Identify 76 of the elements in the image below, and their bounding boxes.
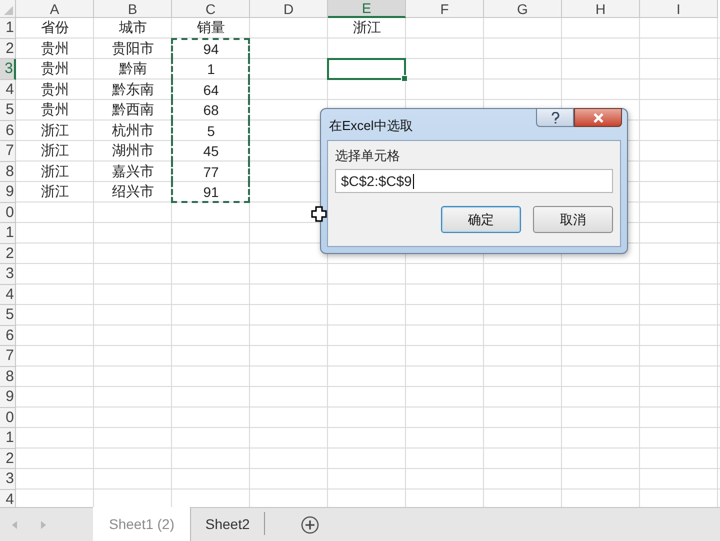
- row-header[interactable]: 2: [0, 38, 16, 59]
- table-cell[interactable]: 绍兴市: [94, 182, 172, 202]
- triangle-icon: [4, 6, 13, 15]
- table-cell[interactable]: 贵阳市: [94, 38, 172, 59]
- column-header[interactable]: E: [328, 0, 406, 18]
- range-input-field[interactable]: $C$2:$C$9: [335, 169, 613, 193]
- row-header[interactable]: 3: [0, 59, 16, 80]
- table-cell[interactable]: 黔东南: [94, 80, 172, 100]
- table-cell[interactable]: 浙江: [16, 162, 94, 182]
- row-header[interactable]: 2: [0, 244, 16, 264]
- column-header[interactable]: F: [406, 0, 484, 18]
- table-cell[interactable]: 1: [172, 59, 250, 80]
- column-header[interactable]: D: [250, 0, 328, 18]
- row-header[interactable]: 3: [0, 264, 16, 284]
- table-cell[interactable]: 杭州市: [94, 120, 172, 141]
- table-cell[interactable]: 贵州: [16, 80, 94, 100]
- table-cell[interactable]: 77: [172, 162, 250, 182]
- column-header[interactable]: G: [484, 0, 562, 18]
- table-cell[interactable]: 浙江: [16, 120, 94, 141]
- row-header[interactable]: 9: [0, 182, 16, 202]
- row-header[interactable]: 2: [0, 448, 16, 469]
- row-header[interactable]: 0: [0, 202, 16, 223]
- table-cell[interactable]: 贵州: [16, 100, 94, 120]
- row-header[interactable]: 1: [0, 428, 16, 448]
- dialog-button[interactable]: 取消: [533, 206, 613, 233]
- table-cell[interactable]: 64: [172, 80, 250, 100]
- active-cell[interactable]: [328, 59, 406, 80]
- column-header[interactable]: A: [16, 0, 94, 18]
- row-header[interactable]: 4: [0, 284, 16, 305]
- row-header[interactable]: 5: [0, 100, 16, 120]
- row-header[interactable]: 5: [0, 305, 16, 326]
- table-cell[interactable]: 浙江: [16, 182, 94, 202]
- table-cell[interactable]: 贵州: [16, 59, 94, 80]
- row-header[interactable]: 0: [0, 408, 16, 428]
- column-header[interactable]: I: [640, 0, 718, 18]
- table-cell[interactable]: 黔西南: [94, 100, 172, 120]
- plus-circle-icon: [300, 516, 319, 534]
- row-header[interactable]: 6: [0, 326, 16, 346]
- table-cell[interactable]: 浙江: [328, 18, 406, 38]
- table-cell[interactable]: 城市: [94, 18, 172, 38]
- table-cell[interactable]: 91: [172, 182, 250, 202]
- table-cell[interactable]: 嘉兴市: [94, 162, 172, 182]
- table-cell[interactable]: 5: [172, 120, 250, 141]
- column-header[interactable]: C: [172, 0, 250, 18]
- column-header[interactable]: H: [562, 0, 640, 18]
- sheet-tab[interactable]: Sheet2: [191, 512, 265, 535]
- row-header[interactable]: 7: [0, 346, 16, 366]
- table-cell[interactable]: 黔南: [94, 59, 172, 80]
- field-label: 选择单元格: [335, 147, 401, 165]
- table-cell[interactable]: 湖州市: [94, 141, 172, 162]
- add-sheet-button[interactable]: [300, 516, 319, 534]
- dialog-title: 在Excel中选取: [329, 116, 413, 134]
- close-icon: [592, 112, 604, 122]
- row-header[interactable]: 4: [0, 80, 16, 100]
- row-header[interactable]: 8: [0, 162, 16, 182]
- table-cell[interactable]: 浙江: [16, 141, 94, 162]
- table-cell[interactable]: 省份: [16, 18, 94, 38]
- table-cell[interactable]: 45: [172, 141, 250, 162]
- row-header[interactable]: 3: [0, 469, 16, 490]
- row-header[interactable]: 6: [0, 120, 16, 141]
- close-button[interactable]: [574, 108, 622, 127]
- row-header[interactable]: 7: [0, 141, 16, 162]
- table-cell[interactable]: 贵州: [16, 38, 94, 59]
- row-header[interactable]: 1: [0, 223, 16, 244]
- row-header[interactable]: 4: [0, 490, 16, 507]
- row-header[interactable]: 1: [0, 18, 16, 38]
- table-cell[interactable]: 94: [172, 38, 250, 59]
- move-cursor-icon: [311, 206, 327, 222]
- help-button[interactable]: [536, 108, 574, 127]
- row-header[interactable]: 9: [0, 387, 16, 408]
- help-icon: [550, 112, 560, 124]
- table-cell[interactable]: 68: [172, 100, 250, 120]
- table-cell[interactable]: 销量: [172, 18, 250, 38]
- column-header[interactable]: B: [94, 0, 172, 18]
- dialog-button[interactable]: 确定: [441, 206, 521, 233]
- row-header[interactable]: 8: [0, 366, 16, 387]
